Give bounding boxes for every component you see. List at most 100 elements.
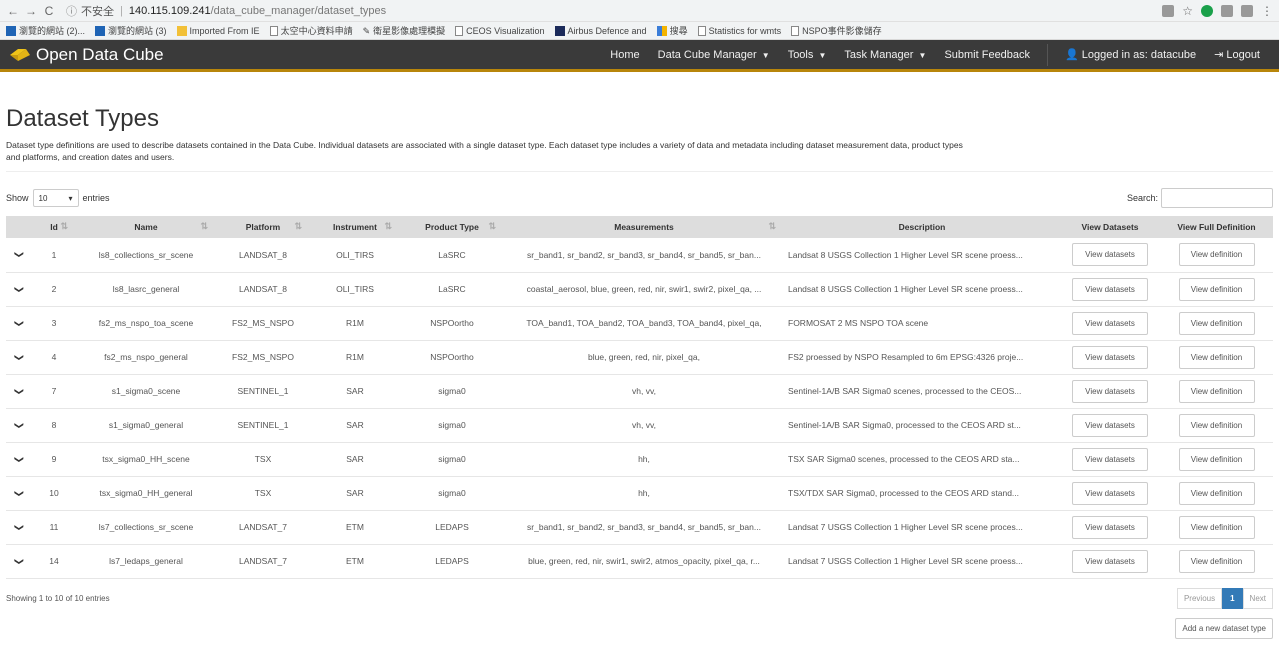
view-datasets-button[interactable]: View datasets: [1072, 379, 1148, 403]
column-header-view-datasets: View Datasets: [1060, 216, 1160, 238]
expand-cell[interactable]: ❯: [6, 340, 32, 375]
chevron-down-icon[interactable]: ❯: [13, 523, 24, 531]
extension-icon[interactable]: [1201, 4, 1213, 17]
forward-icon[interactable]: →: [24, 4, 38, 18]
view-datasets-button[interactable]: View datasets: [1072, 311, 1148, 335]
nav-home[interactable]: Home: [601, 49, 648, 61]
bookmark-item[interactable]: 瀏覽的網站 (2)...: [6, 24, 85, 37]
bookmark-item[interactable]: 太空中心資料申請: [269, 24, 353, 37]
cell-product-type: sigma0: [400, 442, 504, 477]
view-definition-button[interactable]: View definition: [1178, 277, 1255, 301]
translate-icon[interactable]: [1162, 4, 1175, 17]
chevron-down-icon[interactable]: ❯: [13, 421, 24, 429]
sort-icon: ⇅: [768, 221, 776, 231]
column-header-measurements[interactable]: Measurements ⇅: [504, 216, 784, 238]
expand-cell[interactable]: ❯: [6, 272, 32, 307]
chevron-down-icon[interactable]: ❯: [13, 319, 24, 327]
chevron-down-icon[interactable]: ❯: [13, 557, 24, 565]
bookmark-item[interactable]: Imported From IE: [176, 25, 260, 36]
cell-instrument: OLI_TIRS: [310, 238, 400, 273]
view-definition-button[interactable]: View definition: [1178, 515, 1255, 539]
cell-description: TSX/TDX SAR Sigma0, processed to the CEO…: [784, 476, 1060, 511]
view-definition-button[interactable]: View definition: [1178, 243, 1255, 267]
nav-tools[interactable]: Tools ▼: [779, 49, 836, 61]
cell-name: s1_sigma0_scene: [76, 374, 216, 409]
folder-icon: [176, 25, 187, 36]
cell-view-definition: View definition: [1160, 476, 1273, 511]
bookmark-item[interactable]: Airbus Defence and: [554, 25, 647, 36]
bookmark-item[interactable]: 搜尋: [656, 24, 688, 37]
expand-cell[interactable]: ❯: [6, 306, 32, 341]
page-length-select[interactable]: 10 ▾: [32, 189, 79, 207]
dataset-types-table: Id ⇅ Name ⇅ Platform ⇅ Instrument ⇅ Product …: [6, 216, 1273, 579]
expand-cell[interactable]: ❯: [6, 544, 32, 579]
expand-cell[interactable]: ❯: [6, 238, 32, 273]
nav-logout[interactable]: ⇥ Logout: [1205, 48, 1269, 61]
user-icon: 👤: [1065, 49, 1079, 61]
bookmark-item[interactable]: Statistics for wmts: [697, 25, 781, 36]
expand-cell[interactable]: ❯: [6, 374, 32, 409]
expand-cell[interactable]: ❯: [6, 408, 32, 443]
bookmark-item[interactable]: NSPO事件影像儲存: [791, 24, 882, 37]
cell-measurements: hh,: [504, 442, 784, 477]
menu-icon[interactable]: ⋮: [1261, 4, 1273, 18]
view-datasets-button[interactable]: View datasets: [1072, 413, 1148, 437]
chevron-down-icon[interactable]: ❯: [13, 387, 24, 395]
expand-cell[interactable]: ❯: [6, 510, 32, 545]
bookmark-item[interactable]: 瀏覽的網站 (3): [95, 24, 167, 37]
column-header-name[interactable]: Name ⇅: [76, 216, 216, 238]
chevron-down-icon[interactable]: ❯: [13, 285, 24, 293]
nav-submit-feedback[interactable]: Submit Feedback: [935, 49, 1039, 61]
reload-icon[interactable]: C: [42, 4, 56, 18]
view-datasets-button[interactable]: View datasets: [1072, 481, 1148, 505]
nav-task-manager[interactable]: Task Manager ▼: [835, 49, 935, 61]
view-datasets-button[interactable]: View datasets: [1072, 345, 1148, 369]
view-definition-button[interactable]: View definition: [1178, 481, 1255, 505]
cell-measurements: hh,: [504, 476, 784, 511]
page-description: Dataset type definitions are used to des…: [6, 140, 963, 162]
add-dataset-type-button[interactable]: Add a new dataset type: [1175, 617, 1273, 639]
view-definition-button[interactable]: View definition: [1178, 447, 1255, 471]
view-datasets-button[interactable]: View datasets: [1072, 447, 1148, 471]
view-definition-button[interactable]: View definition: [1178, 549, 1255, 573]
cell-instrument: SAR: [310, 442, 400, 477]
search-input[interactable]: [1161, 188, 1273, 208]
column-header-instrument[interactable]: Instrument ⇅: [310, 216, 400, 238]
star-icon[interactable]: ☆: [1182, 4, 1193, 18]
view-definition-button[interactable]: View definition: [1178, 379, 1255, 403]
bookmark-item[interactable]: CEOS Visualization: [455, 25, 545, 36]
view-definition-button[interactable]: View definition: [1178, 311, 1255, 335]
view-definition-button[interactable]: View definition: [1178, 345, 1255, 369]
cell-product-type: LEDAPS: [400, 544, 504, 579]
chevron-down-icon[interactable]: ❯: [13, 353, 24, 361]
view-datasets-button[interactable]: View datasets: [1072, 549, 1148, 573]
bookmark-item[interactable]: ✎ 衛星影像處理模擬: [363, 24, 446, 37]
expand-cell[interactable]: ❯: [6, 442, 32, 477]
address-bar[interactable]: ⓘ 不安全 | 140.115.109.241 /data_cube_manag…: [66, 3, 386, 19]
view-datasets-button[interactable]: View datasets: [1072, 243, 1148, 267]
next-page-button[interactable]: Next: [1242, 587, 1273, 609]
chevron-down-icon[interactable]: ❯: [13, 455, 24, 463]
brand-link[interactable]: Open Data Cube: [8, 45, 164, 65]
previous-page-button[interactable]: Previous: [1176, 587, 1223, 609]
nav-user[interactable]: 👤 Logged in as: datacube: [1056, 48, 1205, 61]
column-header-product-type[interactable]: Product Type ⇅: [400, 216, 504, 238]
cell-view-definition: View definition: [1160, 340, 1273, 375]
extension-icon-3[interactable]: [1241, 4, 1253, 17]
back-icon[interactable]: ←: [6, 4, 20, 18]
view-datasets-button[interactable]: View datasets: [1072, 515, 1148, 539]
extension-icon-2[interactable]: [1221, 4, 1233, 17]
url-host: 140.115.109.241: [128, 4, 211, 17]
expand-cell[interactable]: ❯: [6, 476, 32, 511]
column-header-id[interactable]: Id ⇅: [32, 216, 76, 238]
cell-instrument: OLI_TIRS: [310, 272, 400, 307]
view-datasets-button[interactable]: View datasets: [1072, 277, 1148, 301]
view-definition-button[interactable]: View definition: [1178, 413, 1255, 437]
column-header-platform[interactable]: Platform ⇅: [216, 216, 310, 238]
chevron-down-icon[interactable]: ❯: [13, 489, 24, 497]
sort-icon: ⇅: [488, 221, 496, 231]
nav-data-cube-manager[interactable]: Data Cube Manager ▼: [649, 49, 779, 61]
info-icon[interactable]: ⓘ: [66, 3, 77, 19]
chevron-down-icon[interactable]: ❯: [13, 251, 24, 259]
current-page-button[interactable]: 1: [1222, 587, 1243, 609]
